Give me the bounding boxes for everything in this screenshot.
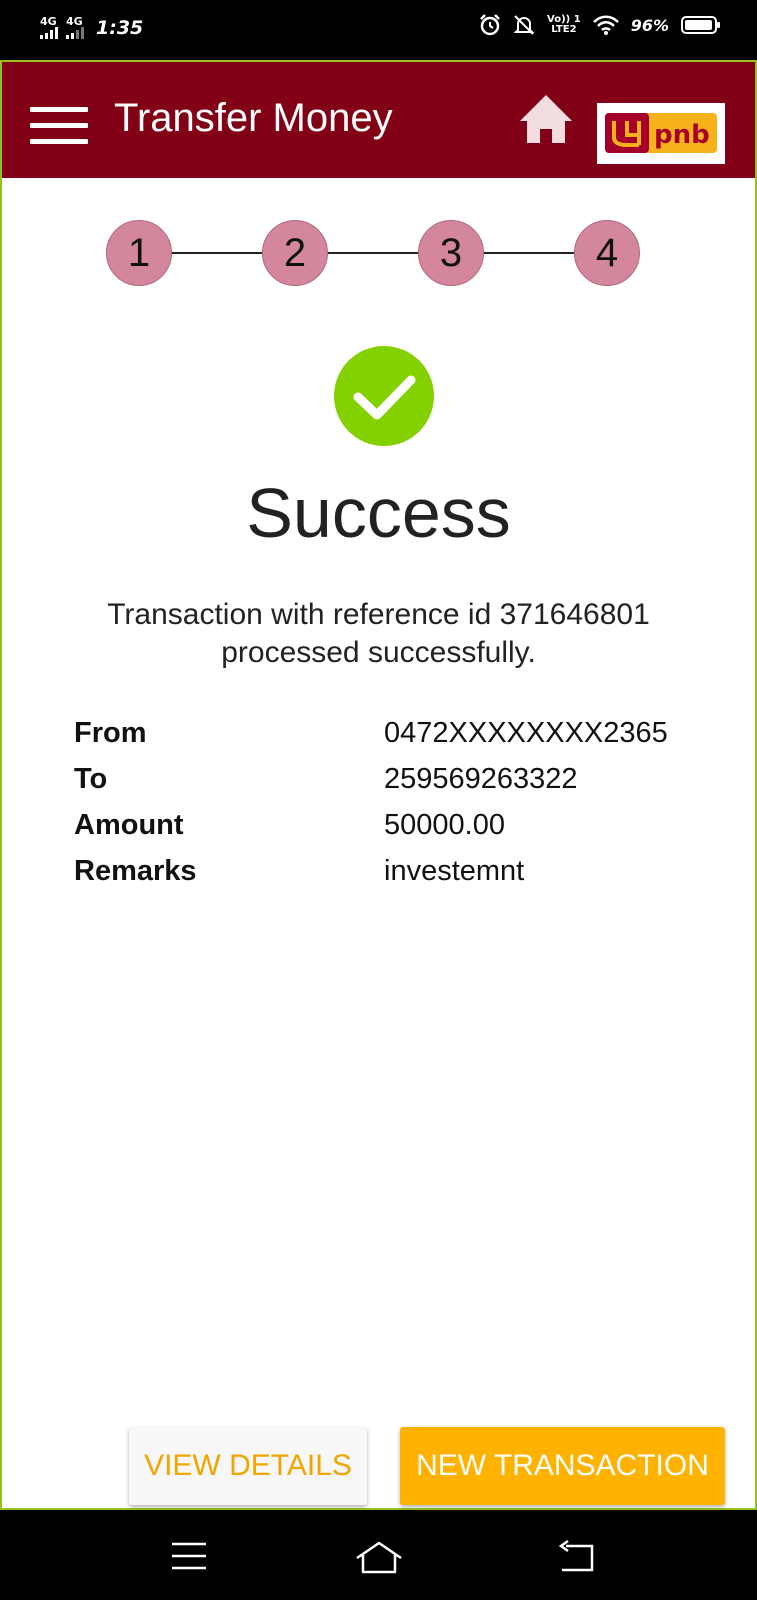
- step-4: 4: [574, 220, 640, 286]
- sim1-signal-icon: 4G: [40, 16, 58, 39]
- detail-value: investemnt: [384, 854, 525, 887]
- step-1: 1: [106, 220, 172, 286]
- detail-value: 0472XXXXXXXX2365: [384, 716, 668, 749]
- wifi-icon: [592, 15, 619, 35]
- do-not-disturb-icon: [513, 15, 535, 35]
- home-icon[interactable]: [518, 93, 574, 145]
- result-message-line2: processed successfully.: [221, 636, 536, 669]
- result-message: Transaction with reference id 371646801 …: [62, 596, 695, 672]
- new-transaction-button[interactable]: NEW TRANSACTION: [400, 1427, 725, 1505]
- detail-label: From: [74, 716, 147, 749]
- detail-row-to: To 259569263322: [74, 756, 714, 802]
- status-bar-right: Vo)) 1 LTE2 96%: [479, 14, 720, 36]
- detail-label: To: [74, 762, 108, 795]
- alarm-icon: [480, 14, 500, 36]
- view-details-button[interactable]: VIEW DETAILS: [129, 1427, 367, 1505]
- app-screen: Transfer Money pnb 1 2 3 4 Success Trans…: [0, 60, 757, 1510]
- menu-icon[interactable]: [170, 1540, 208, 1572]
- detail-value: 50000.00: [384, 808, 505, 841]
- volte-indicator: Vo)) 1 LTE2: [547, 15, 581, 35]
- sim2-network-label: 4G: [66, 15, 83, 28]
- detail-row-amount: Amount 50000.00: [74, 802, 714, 848]
- detail-value: 259569263322: [384, 762, 578, 795]
- detail-row-remarks: Remarks investemnt: [74, 848, 714, 894]
- system-nav-bar: [0, 1510, 757, 1600]
- sim1-network-label: 4G: [40, 15, 57, 28]
- lte-label: LTE2: [551, 24, 577, 35]
- app-header: Transfer Money pnb: [2, 62, 755, 178]
- status-bar-left: 4G 4G 1:35: [40, 16, 143, 39]
- sim2-signal-icon: 4G: [66, 16, 84, 39]
- pnb-logo[interactable]: pnb: [597, 103, 725, 164]
- clock: 1:35: [96, 16, 144, 39]
- result-message-line1: Transaction with reference id 371646801: [107, 598, 650, 631]
- battery-icon: [681, 16, 720, 34]
- detail-label: Amount: [74, 808, 184, 841]
- progress-stepper: 1 2 3 4: [106, 220, 654, 290]
- menu-icon[interactable]: [30, 107, 88, 144]
- check-circle-icon: [334, 346, 434, 446]
- status-bar: 4G 4G 1:35 Vo)) 1 LTE2 96%: [0, 0, 757, 60]
- stepper-line: [136, 252, 624, 254]
- pnb-logo-graphic: pnb: [605, 113, 717, 153]
- battery-percent: 96%: [630, 15, 669, 35]
- detail-row-from: From 0472XXXXXXXX2365: [74, 710, 714, 756]
- step-3: 3: [418, 220, 484, 286]
- page-title: Transfer Money: [114, 96, 393, 140]
- pnb-logo-text: pnb: [654, 120, 710, 150]
- detail-label: Remarks: [74, 854, 197, 887]
- home-icon[interactable]: [354, 1540, 404, 1576]
- back-icon[interactable]: [558, 1540, 596, 1572]
- step-2: 2: [262, 220, 328, 286]
- status-heading: Success: [246, 474, 511, 552]
- battery-fill: [685, 20, 712, 30]
- transaction-details: From 0472XXXXXXXX2365 To 259569263322 Am…: [74, 710, 714, 894]
